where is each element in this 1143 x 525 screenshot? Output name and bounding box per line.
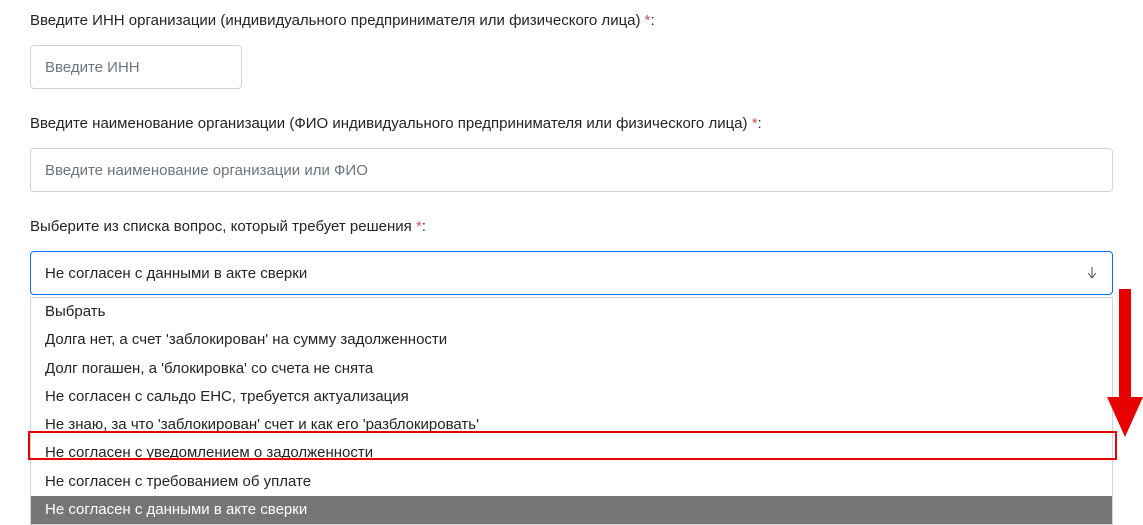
- inn-label-text: Введите ИНН организации (индивидуального…: [30, 12, 641, 29]
- inn-label: Введите ИНН организации (индивидуального…: [30, 10, 1113, 31]
- chevron-down-icon: [1086, 267, 1098, 279]
- question-select-value: Не согласен с данными в акте сверки: [45, 265, 307, 282]
- question-dropdown: ВыбратьДолга нет, а счет 'заблокирован' …: [30, 297, 1113, 525]
- question-option-2[interactable]: Долг погашен, а 'блокировка' со счета не…: [31, 355, 1112, 383]
- question-option-7[interactable]: Не согласен с данными в акте сверки: [31, 496, 1112, 524]
- question-option-6[interactable]: Не согласен с требованием об уплате: [31, 468, 1112, 496]
- orgname-colon: :: [758, 115, 762, 132]
- question-select-wrapper: Не согласен с данными в акте сверки Выбр…: [30, 251, 1113, 295]
- question-select[interactable]: Не согласен с данными в акте сверки: [30, 251, 1113, 295]
- inn-colon: :: [651, 12, 655, 29]
- question-option-5[interactable]: Не согласен с уведомлением о задолженнос…: [31, 439, 1112, 467]
- form-group-orgname: Введите наименование организации (ФИО ин…: [30, 113, 1113, 192]
- orgname-label-text: Введите наименование организации (ФИО ин…: [30, 115, 748, 132]
- question-option-3[interactable]: Не согласен с сальдо ЕНС, требуется акту…: [31, 383, 1112, 411]
- question-colon: :: [422, 218, 426, 235]
- question-option-4[interactable]: Не знаю, за что 'заблокирован' счет и ка…: [31, 411, 1112, 439]
- form-group-inn: Введите ИНН организации (индивидуального…: [30, 10, 1113, 89]
- form-group-question: Выберите из списка вопрос, который требу…: [30, 216, 1113, 295]
- inn-input[interactable]: [30, 45, 242, 89]
- question-label: Выберите из списка вопрос, который требу…: [30, 216, 1113, 237]
- question-option-0[interactable]: Выбрать: [31, 298, 1112, 326]
- orgname-input[interactable]: [30, 148, 1113, 192]
- orgname-label: Введите наименование организации (ФИО ин…: [30, 113, 1113, 134]
- question-label-text: Выберите из списка вопрос, который требу…: [30, 218, 412, 235]
- question-option-1[interactable]: Долга нет, а счет 'заблокирован' на сумм…: [31, 326, 1112, 354]
